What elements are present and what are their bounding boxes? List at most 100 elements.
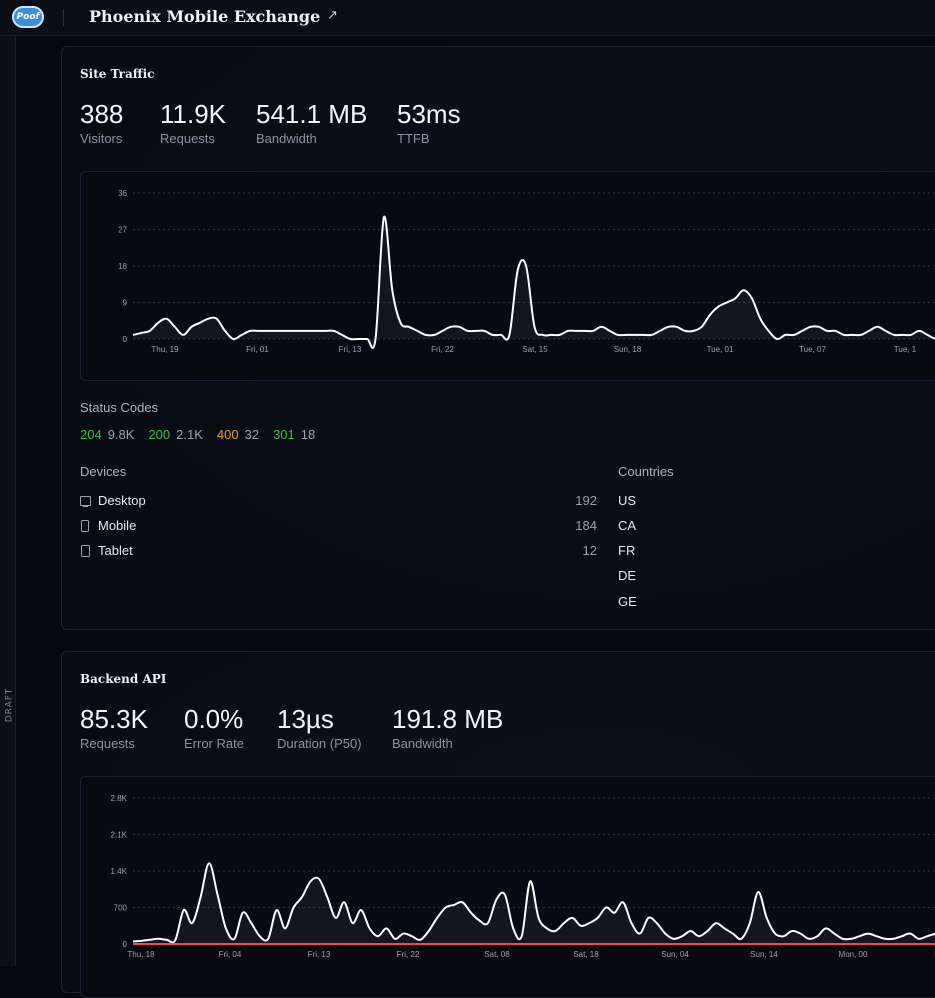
poof-logo[interactable]: Poof xyxy=(12,6,44,28)
x-tick-label: Thu, 19 xyxy=(151,345,179,354)
metric-value: 13µs xyxy=(277,704,334,734)
y-tick-label: 9 xyxy=(123,299,128,308)
metric-bandwidth: 191.8 MB Bandwidth xyxy=(392,704,503,751)
site-traffic-title: Site Traffic xyxy=(80,67,155,81)
metric-label: Duration (P50) xyxy=(277,736,362,751)
x-tick-label: Fri, 22 xyxy=(431,345,454,354)
metric-value: 191.8 MB xyxy=(392,704,504,734)
status-code: 204 xyxy=(80,427,102,442)
x-tick-label: Sun, 18 xyxy=(614,345,642,354)
y-tick-label: 2.8K xyxy=(111,794,128,803)
site-traffic-chart-svg: 0 9 18 27 36 Thu, 19 Fri, 01 Fri, 13 Fri, 22 Sat,… xyxy=(118,189,935,354)
logo-text: Poof xyxy=(16,12,40,22)
metric-value: 53ms xyxy=(397,99,461,129)
device-row-mobile: Mobile 184 xyxy=(80,518,597,538)
metric-label: Bandwidth xyxy=(392,736,453,751)
metric-requests: 11.9K Requests xyxy=(160,99,226,146)
site-traffic-card: Site Traffic 388 Visitors 11.9K Requests… xyxy=(61,46,935,630)
tablet-icon xyxy=(81,545,90,557)
status-code-item: 200 2.1K xyxy=(148,427,202,442)
draft-label: DRAFT xyxy=(4,687,15,723)
country-item: DE xyxy=(618,568,637,583)
metric-duration: 13µs Duration (P50) xyxy=(277,704,362,751)
metric-value: 85.3K xyxy=(80,704,148,734)
x-tick-label: Fri, 01 xyxy=(246,345,269,354)
metric-label: Bandwidth xyxy=(256,131,317,146)
y-tick-label: 1.4K xyxy=(111,867,128,876)
arrow-up-right-icon[interactable]: ↗ xyxy=(327,8,338,23)
device-row-tablet: Tablet 12 xyxy=(80,543,597,563)
country-item: FR xyxy=(618,543,636,558)
status-code: 200 xyxy=(148,427,171,442)
y-tick-label: 2.1K xyxy=(111,831,128,840)
status-codes-label: Status Codes xyxy=(80,400,159,415)
x-tick-label: Fri, 04 xyxy=(219,950,242,959)
x-tick-label: Fri, 13 xyxy=(339,345,362,354)
x-tick-label: Sat, 15 xyxy=(522,345,548,354)
metric-requests: 85.3K Requests xyxy=(80,704,148,751)
metric-label: Visitors xyxy=(80,131,123,146)
backend-api-chart: 0 700 1.4K 2.1K 2.8K Thu, 18 Fri, 04 Fri, 13 Fri… xyxy=(80,776,935,998)
metric-visitors: 388 Visitors xyxy=(80,99,123,146)
x-tick-label: Sun, 04 xyxy=(661,950,689,959)
metric-value: 541.1 MB xyxy=(256,99,368,129)
status-code-item: 204 9.8K xyxy=(80,427,134,442)
metric-ttfb: 53ms TTFB xyxy=(397,99,461,146)
devices-label: Devices xyxy=(80,464,127,479)
country-item: US xyxy=(618,493,637,508)
top-bar: Poof Phoenix Mobile Exchange ⌄ ↗ xyxy=(0,0,935,36)
metric-label: Requests xyxy=(160,131,215,146)
x-tick-label: Fri, 13 xyxy=(308,950,331,959)
y-tick-label: 0 xyxy=(123,940,128,949)
site-traffic-chart: 0 9 18 27 36 Thu, 19 Fri, 01 Fri, 13 Fri, 22 Sat,… xyxy=(80,171,935,381)
metric-label: Error Rate xyxy=(184,736,244,751)
metric-value: 11.9K xyxy=(160,99,227,129)
status-count: 18 xyxy=(300,427,316,442)
device-count: 12 xyxy=(582,543,597,558)
x-tick-label: Tue, 1 xyxy=(894,345,917,354)
status-code-item: 301 18 xyxy=(273,427,315,442)
backend-api-chart-svg: 0 700 1.4K 2.1K 2.8K Thu, 18 Fri, 04 Fri, 13 Fri… xyxy=(111,794,935,959)
x-tick-label: Fri, 22 xyxy=(397,950,420,959)
x-tick-label: Sun, 14 xyxy=(750,950,778,959)
status-codes-list: 204 9.8K 200 2.1K 400 32 301 18 xyxy=(80,427,315,442)
left-rail: DRAFT xyxy=(0,36,16,966)
device-count: 192 xyxy=(575,493,597,508)
x-tick-label: Sat, 08 xyxy=(484,950,510,959)
x-tick-label: Tue, 01 xyxy=(707,345,734,354)
x-tick-label: Sat, 18 xyxy=(573,950,599,959)
status-code: 400 xyxy=(216,427,239,442)
project-title[interactable]: Phoenix Mobile Exchange xyxy=(89,7,320,26)
y-tick-label: 36 xyxy=(118,189,127,198)
x-tick-label: Thu, 18 xyxy=(127,950,155,959)
y-tick-label: 0 xyxy=(123,335,128,344)
x-tick-label: Tue, 07 xyxy=(799,345,826,354)
device-name: Mobile xyxy=(98,518,137,533)
country-item: CA xyxy=(618,518,637,533)
y-tick-label: 18 xyxy=(118,262,127,271)
countries-label: Countries xyxy=(618,464,674,479)
backend-api-title: Backend API xyxy=(80,672,167,686)
metric-value: 0.0% xyxy=(184,704,244,734)
metric-label: Requests xyxy=(80,736,135,751)
series-area xyxy=(133,863,935,944)
status-count: 32 xyxy=(244,427,260,442)
chevron-down-icon[interactable]: ⌄ xyxy=(297,11,305,22)
metric-label: TTFB xyxy=(397,131,430,146)
metric-error-rate: 0.0% Error Rate xyxy=(184,704,244,751)
backend-api-card: Backend API 85.3K Requests 0.0% Error Ra… xyxy=(61,651,935,998)
metric-value: 388 xyxy=(80,99,124,129)
x-tick-label: Mon, 00 xyxy=(839,950,868,959)
device-name: Tablet xyxy=(98,543,133,558)
device-row-desktop: Desktop 192 xyxy=(80,493,597,513)
header-divider xyxy=(63,9,64,26)
status-count: 9.8K xyxy=(107,427,135,442)
y-tick-label: 27 xyxy=(118,226,127,235)
country-item: GE xyxy=(618,594,637,609)
metric-bandwidth: 541.1 MB Bandwidth xyxy=(256,99,367,146)
device-count: 184 xyxy=(575,518,597,533)
desktop-icon xyxy=(80,496,91,507)
status-count: 2.1K xyxy=(176,427,203,442)
device-name: Desktop xyxy=(98,493,146,508)
mobile-icon xyxy=(81,520,89,532)
